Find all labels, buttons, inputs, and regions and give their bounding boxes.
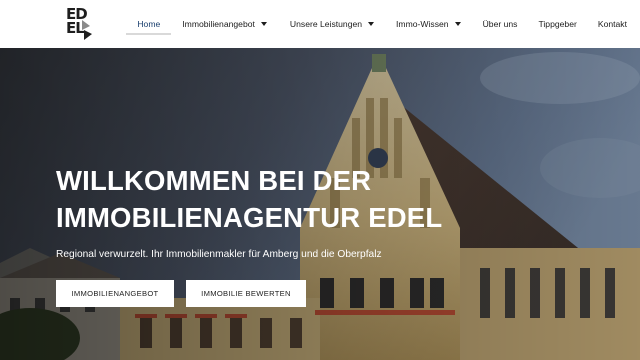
nav-item-home[interactable]: Home xyxy=(126,0,172,48)
nav-item-unsere-leistungen[interactable]: Unsere Leistungen xyxy=(289,0,375,48)
nav-immobilienangebot-label: Immobilienangebot xyxy=(182,19,255,29)
nav-item-immo-wissen[interactable]: Immo-Wissen xyxy=(396,0,461,48)
chevron-down-icon xyxy=(454,22,461,26)
site-logo[interactable]: ED EL xyxy=(66,6,96,40)
nav-item-tippgeber[interactable]: Tippgeber xyxy=(538,0,576,48)
immobilienangebot-button[interactable]: IMMOBILIENANGEBOT xyxy=(56,280,174,307)
main-navigation: Home Immobilienangebot Unsere Leistungen… xyxy=(126,0,640,48)
nav-tippgeber-label: Tippgeber xyxy=(538,19,577,29)
nav-item-kontakt[interactable]: Kontakt xyxy=(598,0,627,48)
chevron-down-icon xyxy=(260,22,267,26)
hero-headline-line1: WILLKOMMEN BEI DER xyxy=(56,165,372,196)
nav-leistungen-label: Unsere Leistungen xyxy=(289,19,363,29)
chevron-down-icon xyxy=(368,22,375,26)
nav-item-immobilienangebot[interactable]: Immobilienangebot xyxy=(182,0,267,48)
hero-section: WILLKOMMEN BEI DER IMMOBILIENAGENTUR EDE… xyxy=(0,48,640,360)
nav-kontakt-label: Kontakt xyxy=(597,19,627,29)
logo-mark-icon xyxy=(82,20,92,40)
immobilie-bewerten-button[interactable]: IMMOBILIE BEWERTEN xyxy=(186,280,306,307)
hero-headline-line2: IMMOBILIENAGENTUR EDEL xyxy=(56,202,443,233)
site-header: ED EL Home Immobilienangebot Unsere Leis… xyxy=(0,0,640,48)
nav-item-ueber-uns[interactable]: Über uns xyxy=(483,0,518,48)
nav-immo-wissen-label: Immo-Wissen xyxy=(396,19,449,29)
nav-ueber-uns-label: Über uns xyxy=(482,19,518,29)
nav-home-label: Home xyxy=(137,19,161,29)
hero-subline: Regional verwurzelt. Ihr Immobilienmakle… xyxy=(56,249,382,260)
hero-headline: WILLKOMMEN BEI DER IMMOBILIENAGENTUR EDE… xyxy=(56,162,442,236)
